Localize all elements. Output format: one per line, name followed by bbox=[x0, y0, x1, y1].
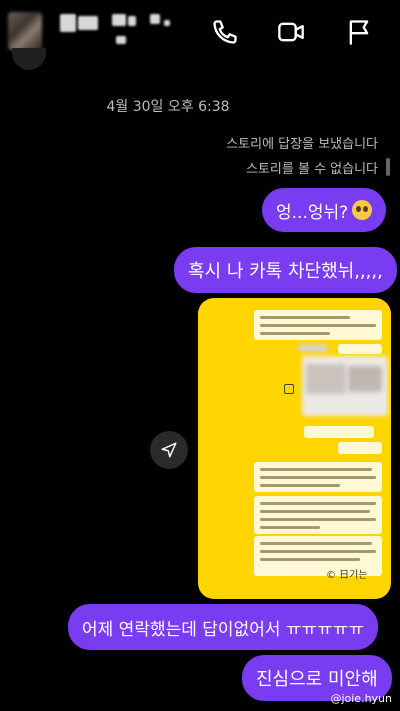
message-text: 엉...엉뉘? bbox=[276, 202, 349, 223]
scrollbar[interactable] bbox=[386, 158, 390, 176]
message-text: 어제 연락했는데 답이없어서 ㅠㅠㅠㅠㅠ bbox=[82, 619, 365, 640]
image-watermark: © 日기는 bbox=[326, 570, 368, 581]
avatar[interactable] bbox=[8, 12, 42, 50]
watermark-handle: @joie.hyun bbox=[330, 692, 392, 705]
share-button[interactable] bbox=[150, 431, 188, 469]
contact-name-blurred[interactable] bbox=[60, 14, 190, 50]
chat-header bbox=[0, 0, 400, 62]
share-icon bbox=[284, 384, 294, 394]
system-message-story-unavailable: 스토리를 볼 수 없습니다 bbox=[246, 162, 378, 177]
message-bubble[interactable]: 혹시 나 카톡 차단했뉘,,,,, bbox=[174, 247, 397, 293]
previous-message-stub bbox=[12, 48, 46, 70]
message-bubble[interactable]: 어제 연락했는데 답이없어서 ㅠㅠㅠㅠㅠ bbox=[68, 604, 379, 650]
flag-icon[interactable] bbox=[344, 17, 374, 47]
shared-screenshot-image[interactable]: © 日기는 bbox=[198, 298, 391, 599]
message-text: 진심으로 미안해 bbox=[256, 669, 378, 690]
message-bubble[interactable]: 엉...엉뉘? bbox=[262, 188, 387, 232]
message-text: 혹시 나 카톡 차단했뉘,,,,, bbox=[188, 261, 383, 282]
message-timestamp: 4월 30일 오후 6:38 bbox=[106, 99, 230, 115]
system-message-story-reply: 스토리에 답장을 보냈습니다 bbox=[226, 137, 378, 152]
pleading-face-icon bbox=[352, 200, 373, 220]
phone-icon[interactable] bbox=[210, 17, 240, 47]
video-icon[interactable] bbox=[276, 17, 306, 47]
